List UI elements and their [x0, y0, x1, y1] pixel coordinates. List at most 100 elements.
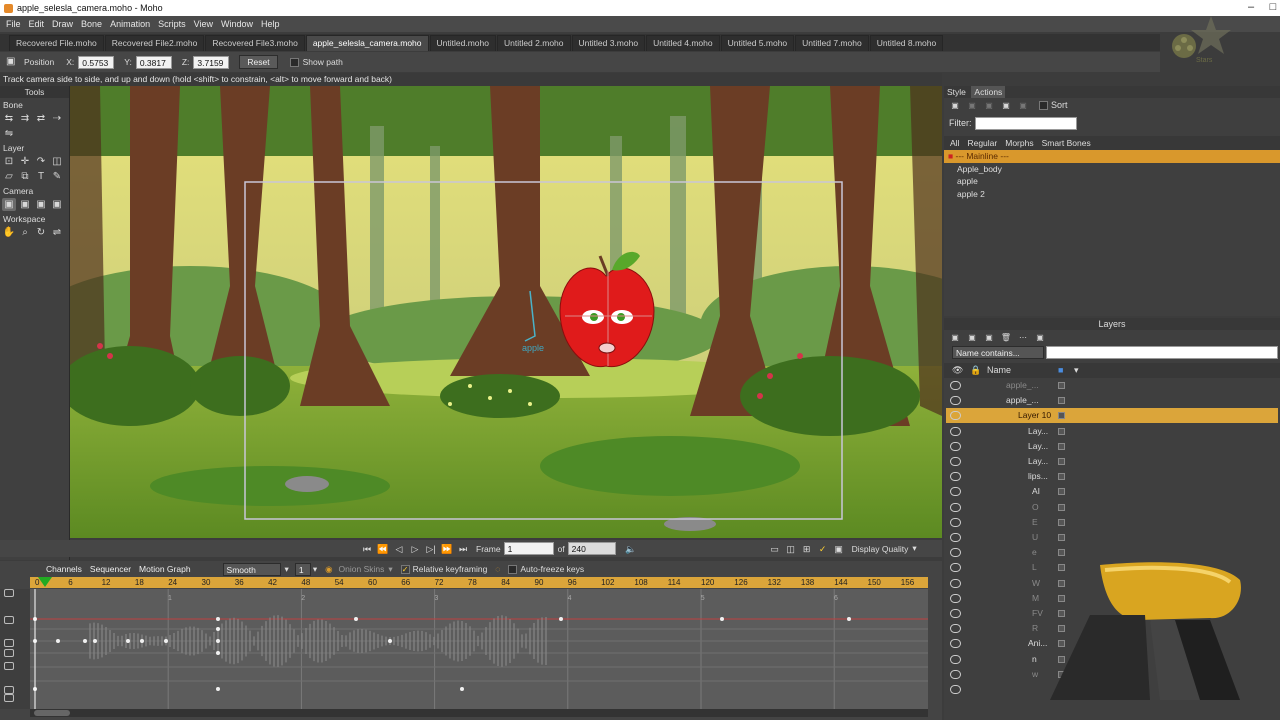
y-field[interactable]: 0.3817	[135, 55, 172, 69]
layer-color-swatch[interactable]	[1058, 427, 1065, 435]
tab-untitled-7[interactable]: Untitled 7.moho	[795, 35, 869, 51]
chevron-down-icon[interactable]: ▾	[1074, 363, 1079, 378]
name-column[interactable]: Name	[987, 363, 1011, 378]
bone-strength-icon[interactable]: ⇋	[2, 127, 16, 140]
orbit-workspace-icon[interactable]: ⇌	[50, 226, 64, 239]
layer-color-swatch[interactable]	[1058, 534, 1065, 541]
layer-row[interactable]: AI	[946, 484, 1278, 499]
visibility-eye-icon[interactable]	[950, 487, 961, 497]
visibility-eye-icon[interactable]	[950, 669, 961, 679]
scale-layer-icon[interactable]: ◫	[50, 155, 64, 168]
delete-action-icon[interactable]: ▣	[1016, 99, 1030, 112]
tab-recovered-file3[interactable]: Recovered File3.moho	[205, 35, 305, 51]
filter-regular[interactable]: Regular	[964, 137, 1000, 149]
timeline-ruler[interactable]: 0 6 12 18 24 30 36 42 48 54 60 66 72 78 84 90 96 102 108 11…	[30, 577, 928, 588]
pen-tool-icon[interactable]: ✎	[50, 170, 64, 183]
layer-row[interactable]: Lay...	[946, 424, 1278, 439]
next-key-icon[interactable]: ⏩	[440, 543, 454, 555]
layer-row[interactable]: apple_...	[946, 378, 1278, 393]
tab-channels[interactable]: Channels	[42, 564, 86, 574]
insert-action-icon[interactable]: ▣	[982, 99, 996, 112]
scroll-thumb[interactable]	[34, 710, 70, 716]
new-action-icon[interactable]: ▣	[948, 99, 962, 112]
display-quality-label[interactable]: Display Quality	[852, 544, 909, 554]
select-bone-icon[interactable]: ⇆	[2, 112, 16, 125]
interp-count[interactable]: 1	[294, 562, 311, 576]
total-frames-input[interactable]: 240	[567, 542, 616, 555]
visibility-eye-icon[interactable]	[950, 563, 961, 573]
tab-style[interactable]: Style	[944, 86, 969, 98]
chevron-down-icon[interactable]: ▾	[388, 564, 392, 575]
timeline-scrollbar[interactable]	[30, 709, 928, 717]
visibility-eye-icon[interactable]	[950, 396, 961, 406]
interpolation-select[interactable]: Smooth	[222, 562, 281, 576]
freeze-icon[interactable]: ◌	[495, 564, 500, 574]
maximize-button[interactable]: □	[1266, 0, 1280, 16]
layer-row[interactable]: E	[946, 515, 1278, 530]
tab-untitled-3[interactable]: Untitled 3.moho	[571, 35, 646, 51]
show-path-checkbox[interactable]	[289, 57, 299, 67]
prev-key-icon[interactable]: ⏪	[376, 543, 390, 555]
layer-row[interactable]: Layer 10	[946, 408, 1278, 424]
rotate-workspace-icon[interactable]: ↻	[34, 226, 48, 239]
action-item[interactable]: apple	[944, 175, 1280, 188]
menu-bone[interactable]: Bone	[77, 19, 106, 29]
tab-motion-graph[interactable]: Motion Graph	[135, 564, 195, 574]
visibility-eye-icon[interactable]	[950, 533, 961, 542]
menu-edit[interactable]: Edit	[25, 19, 49, 29]
visibility-eye-icon[interactable]	[950, 411, 961, 421]
pan-tilt-camera-icon[interactable]: ▣	[50, 198, 64, 211]
duplicate-action-icon[interactable]: ▣	[965, 99, 979, 112]
filter-input[interactable]	[974, 116, 1077, 130]
layer-search-input[interactable]	[1046, 345, 1278, 359]
layout-single-icon[interactable]: ▭	[768, 543, 782, 555]
duplicate-layer-icon[interactable]: ▣	[965, 331, 979, 344]
visibility-eye-icon[interactable]	[950, 593, 961, 603]
action-item[interactable]: Apple_body	[944, 163, 1280, 176]
layer-color-swatch[interactable]	[1058, 473, 1065, 481]
tab-sequencer[interactable]: Sequencer	[86, 564, 135, 574]
reparent-bone-icon[interactable]: ⇢	[50, 112, 64, 125]
rename-action-icon[interactable]: ▣	[999, 99, 1013, 112]
layer-row[interactable]: O	[946, 500, 1278, 515]
audio-icon[interactable]: 🔈	[624, 543, 638, 555]
track-camera-icon[interactable]: ▣	[2, 198, 16, 211]
visibility-eye-icon[interactable]	[950, 517, 961, 527]
visibility-eye-icon[interactable]	[950, 548, 961, 558]
filter-all[interactable]: All	[947, 137, 962, 149]
tab-untitled-4[interactable]: Untitled 4.moho	[646, 35, 720, 51]
visibility-eye-icon[interactable]	[950, 472, 961, 482]
visibility-eye-icon[interactable]	[950, 639, 961, 649]
layer-color-swatch[interactable]	[1058, 382, 1065, 389]
play-icon[interactable]: ▷	[408, 543, 422, 555]
layer-color-swatch[interactable]	[1058, 397, 1065, 405]
visibility-eye-icon[interactable]	[950, 609, 961, 618]
step-forward-icon[interactable]: ▷|	[424, 543, 438, 555]
copy-layer-icon[interactable]: ▣	[982, 331, 996, 344]
translate-layer-icon[interactable]: ✛	[18, 155, 32, 168]
layer-row[interactable]: e	[946, 545, 1278, 560]
filter-smart-bones[interactable]: Smart Bones	[1039, 137, 1094, 149]
layer-color-swatch[interactable]	[1058, 503, 1065, 511]
layer-row[interactable]: apple_...	[946, 393, 1278, 408]
visibility-eye-icon[interactable]	[950, 441, 961, 451]
playhead-marker[interactable]	[38, 577, 52, 587]
layout-dual-icon[interactable]: ◫	[784, 543, 798, 555]
chevron-down-icon[interactable]: ▾	[285, 564, 289, 575]
x-field[interactable]: 0.5753	[78, 55, 115, 69]
reset-button[interactable]: Reset	[239, 55, 278, 69]
new-layer-icon[interactable]: ▣	[948, 331, 962, 344]
layer-color-swatch[interactable]	[1058, 458, 1065, 465]
layer-color-swatch[interactable]	[1058, 518, 1065, 526]
visibility-eye-icon[interactable]	[950, 457, 961, 466]
tab-recovered-file2[interactable]: Recovered File2.moho	[104, 35, 205, 51]
add-bone-icon[interactable]: ⇄	[34, 112, 48, 125]
tab-untitled-2[interactable]: Untitled 2.moho	[496, 35, 571, 51]
onion-skins-label[interactable]: Onion Skins	[339, 564, 385, 574]
tab-untitled-5[interactable]: Untitled 5.moho	[720, 35, 795, 51]
menu-scripts[interactable]: Scripts	[154, 19, 190, 29]
layer-row[interactable]: U	[946, 530, 1278, 545]
menu-view[interactable]: View	[190, 19, 217, 29]
action-item[interactable]: apple 2	[944, 188, 1280, 201]
visibility-eye-icon[interactable]	[950, 685, 961, 694]
